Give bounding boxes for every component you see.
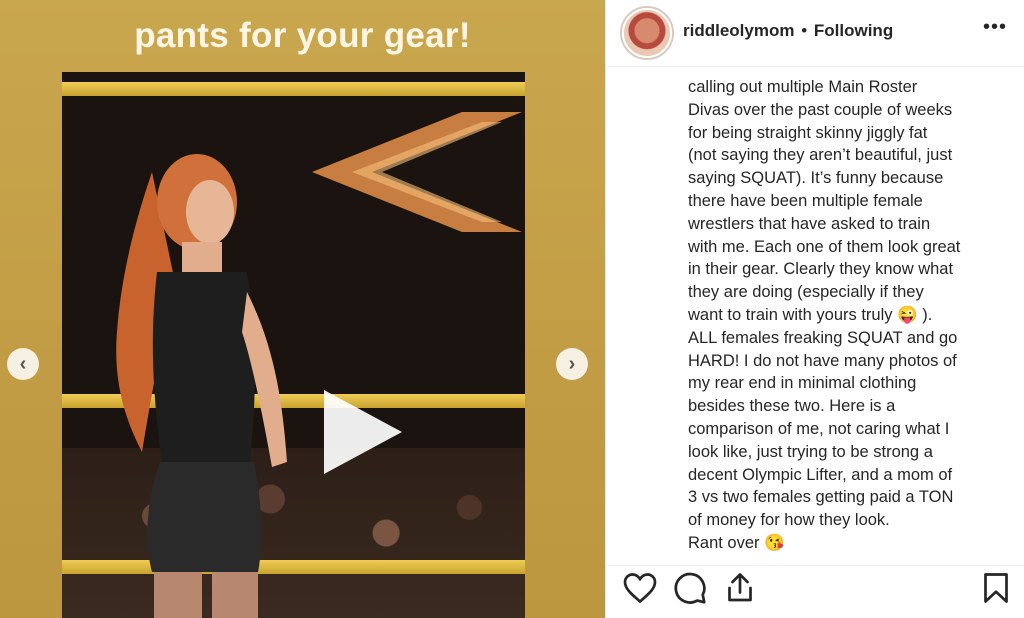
separator-dot: • xyxy=(801,21,808,40)
caption-line: of money for how they look. xyxy=(688,511,890,530)
caption-line: with me. Each one of them look great xyxy=(688,237,961,256)
media-caption: pants for your gear! xyxy=(134,16,471,55)
comment-icon[interactable] xyxy=(672,570,708,606)
heart-icon[interactable] xyxy=(622,570,658,606)
instagram-post: pants for your gear! ‹ › riddleolymom • … xyxy=(0,0,1024,618)
prev-glyph: ‹ xyxy=(19,352,27,375)
caption-line: Rant over 😘 xyxy=(688,533,785,552)
caption-line: ALL females freaking SQUAT and go xyxy=(688,328,958,347)
caption-line: for being straight skinny jiggly fat xyxy=(688,123,928,142)
caption-line: decent Olympic Lifter, and a mom of xyxy=(688,465,953,484)
caption-line: besides these two. Here is a xyxy=(688,397,896,416)
ring-rope-top xyxy=(62,82,525,96)
play-icon[interactable] xyxy=(324,390,402,474)
caption-line: my rear end in minimal clothing xyxy=(688,374,917,393)
caption-line: they are doing (especially if they xyxy=(688,283,924,302)
caption-line: comparison of me, not caring what I xyxy=(688,419,950,438)
caption-line: (not saying they aren’t beautiful, just xyxy=(688,146,953,165)
caption-line: 3 vs two females getting paid a TON xyxy=(688,488,954,507)
post-actions xyxy=(606,565,1024,616)
share-icon[interactable] xyxy=(722,570,758,606)
wrestler-figure xyxy=(116,154,287,618)
caption-line: there have been multiple female xyxy=(688,191,923,210)
video-thumbnail[interactable] xyxy=(62,72,525,618)
caption-line: in their gear. Clearly they know what xyxy=(688,260,954,279)
follow-status-button[interactable]: Following xyxy=(814,21,893,40)
chevron-right-icon[interactable]: › xyxy=(556,348,588,380)
more-options-icon[interactable]: ••• xyxy=(983,16,1007,39)
post-caption-text: calling out multiple Main Roster Divas o… xyxy=(688,76,1008,555)
caption-line: want to train with yours truly 😜 ). xyxy=(688,305,933,324)
arena-logo xyxy=(312,112,522,232)
avatar[interactable] xyxy=(622,8,672,58)
post-media[interactable]: pants for your gear! ‹ › xyxy=(0,0,605,618)
next-glyph: › xyxy=(568,352,576,375)
caption-line: calling out multiple Main Roster xyxy=(688,78,918,96)
caption-line: look like, just trying to be strong a xyxy=(688,442,933,461)
caption-line: Divas over the past couple of weeks xyxy=(688,100,953,119)
post-panel: riddleolymom • Following ••• calling out… xyxy=(605,0,1024,618)
username-link[interactable]: riddleolymom xyxy=(683,21,794,40)
caption-line: HARD! I do not have many photos of xyxy=(688,351,957,370)
post-author: riddleolymom • Following xyxy=(683,21,893,41)
chevron-left-icon[interactable]: ‹ xyxy=(7,348,39,380)
caption-line: saying SQUAT). It’s funny because xyxy=(688,169,944,188)
bookmark-icon[interactable] xyxy=(978,570,1014,606)
caption-line: wrestlers that have asked to train xyxy=(688,214,931,233)
post-header: riddleolymom • Following ••• xyxy=(606,0,1024,67)
